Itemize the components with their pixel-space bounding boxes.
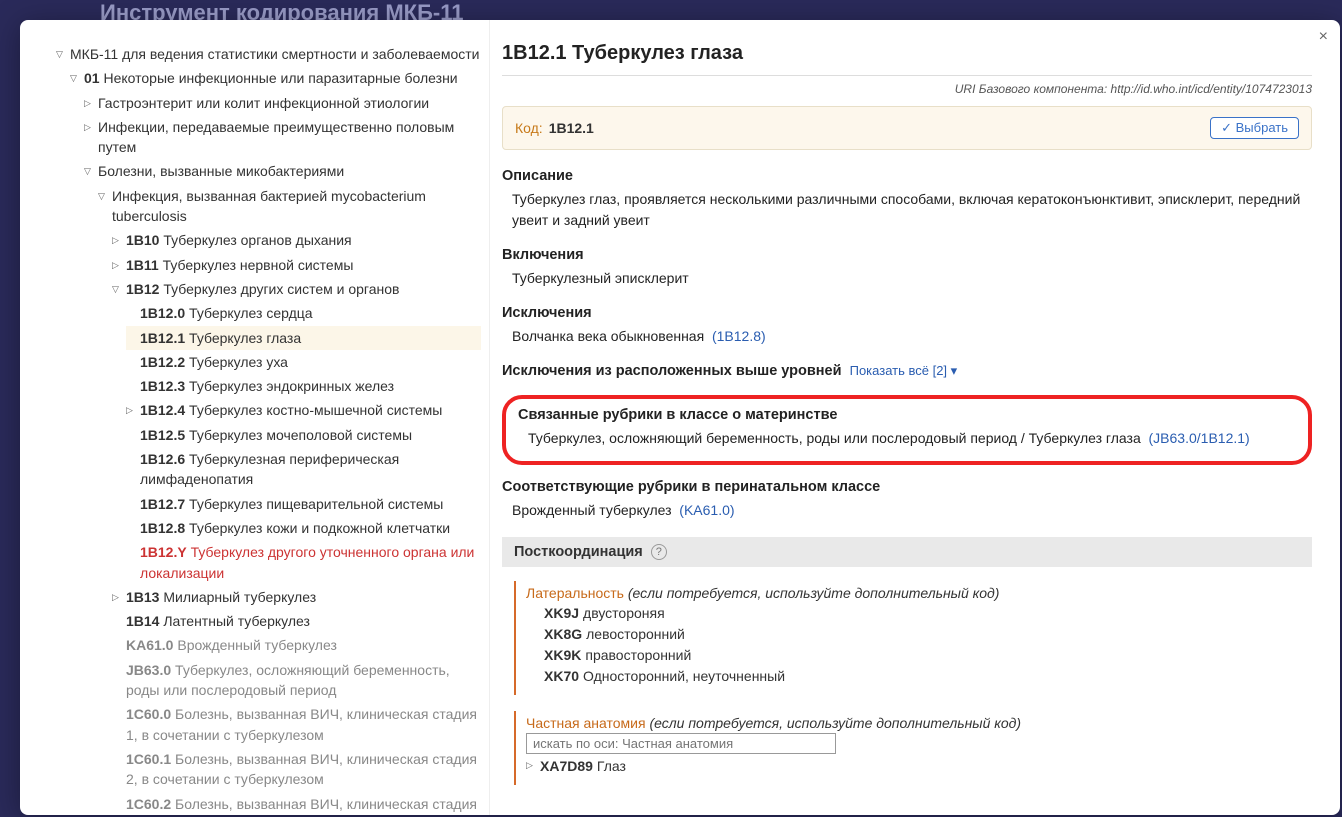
- tree-node-ka610[interactable]: KA61.0 Врожденный туберкулез: [112, 633, 481, 657]
- exclusions-heading: Исключения: [502, 305, 1312, 321]
- chevron-down-icon[interactable]: ▽: [98, 186, 110, 227]
- chevron-right-icon[interactable]: ▷: [526, 756, 536, 771]
- maternity-body: Туберкулез, осложняющий беременность, ро…: [518, 428, 1296, 449]
- tree-node-1c602[interactable]: 1C60.2 Болезнь, вызванная ВИЧ, клиническ…: [112, 792, 481, 816]
- detail-pane: 1B12.1 Туберкулез глаза URI Базового ком…: [490, 20, 1340, 815]
- tree-node-1b121-selected[interactable]: 1B12.1 Туберкулез глаза: [126, 326, 481, 350]
- tree-node-1b125[interactable]: 1B12.5 Туберкулез мочеполовой системы: [126, 423, 481, 447]
- anatomy-item[interactable]: XA7D89Глаз: [540, 756, 626, 777]
- code-label: Код:: [515, 120, 543, 136]
- tree-node-1b124[interactable]: ▷1B12.4 Туберкулез костно-мышечной систе…: [126, 398, 481, 422]
- chevron-right-icon[interactable]: ▷: [112, 587, 124, 607]
- tree-node-1c601[interactable]: 1C60.1 Болезнь, вызванная ВИЧ, клиническ…: [112, 747, 481, 792]
- anatomy-axis: Частная анатомия (если потребуется, испо…: [514, 711, 1312, 785]
- description-body: Туберкулез глаз, проявляется несколькими…: [502, 189, 1312, 231]
- maternity-link[interactable]: (JB63.0/1B12.1): [1149, 430, 1250, 446]
- anatomy-hint: (если потребуется, используйте дополните…: [649, 715, 1021, 731]
- perinatal-heading: Соответствующие рубрики в перинатальном …: [502, 479, 1312, 495]
- tree-node-myco[interactable]: ▽Болезни, вызванные микобактериями: [84, 159, 481, 183]
- inclusions-heading: Включения: [502, 247, 1312, 263]
- tree-node-ch01[interactable]: ▽01 Некоторые инфекционные или паразитар…: [70, 66, 481, 90]
- chevron-down-icon[interactable]: ▽: [112, 279, 124, 299]
- laterality-item[interactable]: XK70Односторонний, неуточненный: [544, 666, 1302, 687]
- tree-node-tb[interactable]: ▽Инфекция, вызванная бактерией mycobacte…: [98, 184, 481, 229]
- postcoordination-bar: Посткоординация ?: [502, 537, 1312, 567]
- chevron-right-icon[interactable]: ▷: [84, 93, 96, 113]
- chevron-right-icon[interactable]: ▷: [112, 255, 124, 275]
- tree-node-1b127[interactable]: 1B12.7 Туберкулез пищеварительной систем…: [126, 492, 481, 516]
- laterality-item[interactable]: XK9Jдвустороняя: [544, 603, 1302, 624]
- tree-node-1b123[interactable]: 1B12.3 Туберкулез эндокринных желез: [126, 374, 481, 398]
- tree-node-gastro[interactable]: ▷Гастроэнтерит или колит инфекционной эт…: [84, 91, 481, 115]
- laterality-axis: Латеральность (если потребуется, использ…: [514, 581, 1312, 695]
- chevron-down-icon[interactable]: ▽: [56, 44, 68, 64]
- tree-node-1b10[interactable]: ▷1B10 Туберкулез органов дыхания: [112, 228, 481, 252]
- chevron-right-icon[interactable]: ▷: [126, 400, 138, 420]
- laterality-title: Латеральность: [526, 585, 624, 601]
- tree-node-jb630[interactable]: JB63.0 Туберкулез, осложняющий беременно…: [112, 658, 481, 703]
- perinatal-link[interactable]: (KA61.0): [679, 502, 734, 518]
- inclusions-body: Туберкулезный эписклерит: [502, 268, 1312, 289]
- page-title: 1B12.1 Туберкулез глаза: [502, 42, 1312, 76]
- select-button[interactable]: ✓ Выбрать: [1210, 117, 1299, 139]
- chevron-down-icon[interactable]: ▽: [84, 161, 96, 181]
- chevron-right-icon[interactable]: ▷: [84, 117, 96, 158]
- code-box: Код: 1B12.1 ✓ Выбрать: [502, 106, 1312, 150]
- tree-node-1b12y[interactable]: 1B12.Y Туберкулез другого уточненного ор…: [126, 540, 481, 585]
- maternity-highlight-box: Связанные рубрики в классе о материнстве…: [502, 395, 1312, 465]
- description-heading: Описание: [502, 168, 1312, 184]
- maternity-heading: Связанные рубрики в классе о материнстве: [518, 407, 1296, 423]
- anatomy-search-input[interactable]: [526, 733, 836, 754]
- tree-node-1b120[interactable]: 1B12.0 Туберкулез сердца: [126, 301, 481, 325]
- uri-line: URI Базового компонента: http://id.who.i…: [502, 76, 1312, 106]
- tree-node-1b14[interactable]: 1B14 Латентный туберкулез: [112, 609, 481, 633]
- tree-pane: ▽МКБ-11 для ведения статистики смертност…: [20, 20, 490, 815]
- exclusion-higher-heading: Исключения из расположенных выше уровней…: [502, 363, 1312, 379]
- perinatal-body: Врожденный туберкулез (KA61.0): [502, 500, 1312, 521]
- exclusions-body: Волчанка века обыкновенная (1B12.8): [502, 326, 1312, 347]
- tree-node-1b126[interactable]: 1B12.6 Туберкулезная периферическая лимф…: [126, 447, 481, 492]
- anatomy-title: Частная анатомия: [526, 715, 646, 731]
- exclusion-link[interactable]: (1B12.8): [712, 328, 766, 344]
- chevron-down-icon[interactable]: ▽: [70, 68, 82, 88]
- tree-node-1b11[interactable]: ▷1B11 Туберкулез нервной системы: [112, 253, 481, 277]
- tree-node-1b122[interactable]: 1B12.2 Туберкулез уха: [126, 350, 481, 374]
- show-all-link[interactable]: Показать всё [2] ▾: [850, 363, 958, 378]
- tree-node-1b12[interactable]: ▽1B12 Туберкулез других систем и органов: [112, 277, 481, 301]
- help-icon[interactable]: ?: [651, 544, 667, 560]
- laterality-hint: (если потребуется, используйте дополните…: [628, 585, 1000, 601]
- tree-node-1c600[interactable]: 1C60.0 Болезнь, вызванная ВИЧ, клиническ…: [112, 702, 481, 747]
- tree-node-1b13[interactable]: ▷1B13 Милиарный туберкулез: [112, 585, 481, 609]
- tree-node-std[interactable]: ▷Инфекции, передаваемые преимущественно …: [84, 115, 481, 160]
- code-value: 1B12.1: [549, 120, 594, 136]
- modal-window: × ▽МКБ-11 для ведения статистики смертно…: [20, 20, 1340, 815]
- laterality-item[interactable]: XK8Gлевосторонний: [544, 624, 1302, 645]
- laterality-item[interactable]: XK9Kправосторонний: [544, 645, 1302, 666]
- tree-node-root[interactable]: ▽МКБ-11 для ведения статистики смертност…: [56, 42, 481, 66]
- chevron-right-icon[interactable]: ▷: [112, 230, 124, 250]
- tree-node-1b128[interactable]: 1B12.8 Туберкулез кожи и подкожной клетч…: [126, 516, 481, 540]
